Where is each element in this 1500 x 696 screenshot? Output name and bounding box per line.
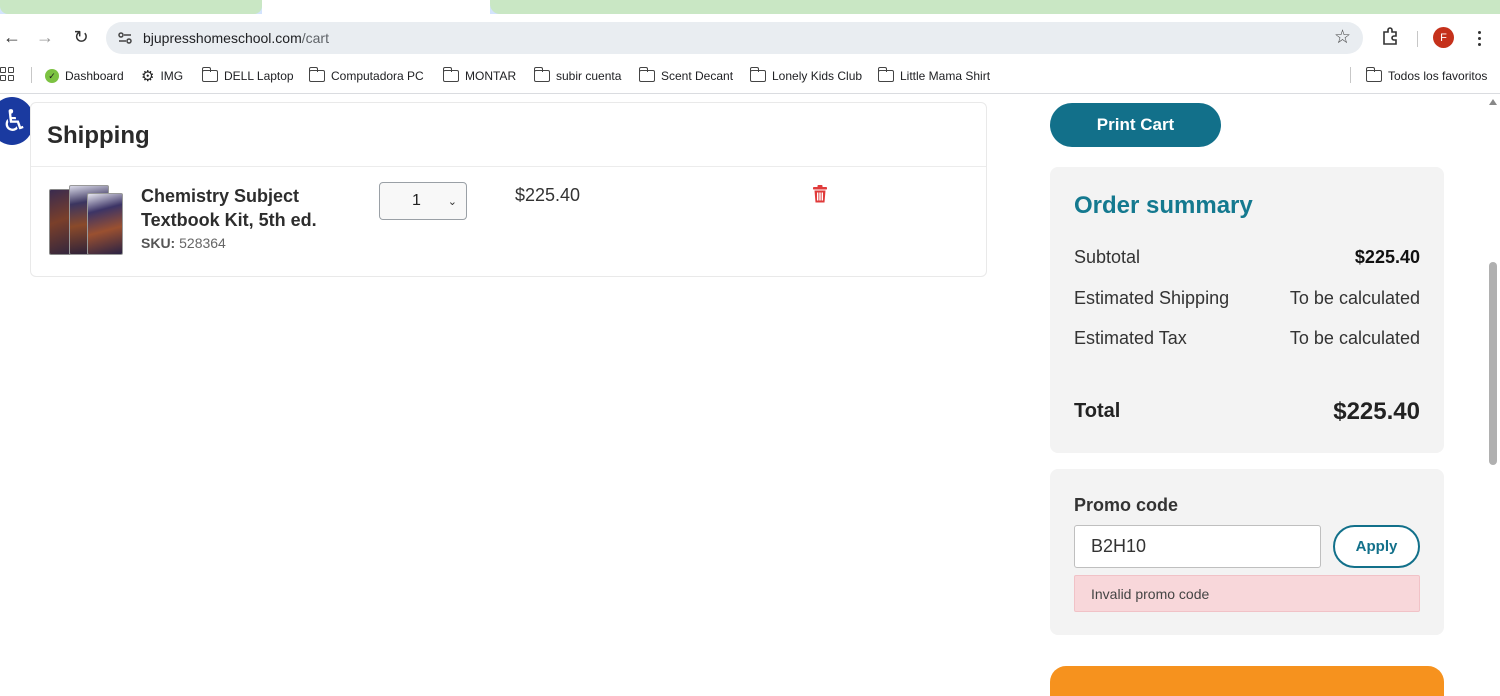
shipping-value: To be calculated (1289, 288, 1420, 308)
tax-row: Estimated Tax To be calculated (1074, 328, 1420, 349)
reload-icon[interactable]: ↻ (69, 25, 93, 49)
bookmark-label: Computadora PC (331, 69, 424, 83)
tab-inactive-left[interactable] (0, 0, 262, 14)
bookmark-all-favorites[interactable]: Todos los favoritos (1365, 66, 1488, 86)
bookmark-computadora-pc[interactable]: Computadora PC (308, 66, 424, 86)
order-summary: Order summary Subtotal $225.40 Estimated… (1050, 167, 1444, 453)
bookmark-little-mama-shirt[interactable]: Little Mama Shirt (877, 66, 991, 86)
folder-icon (442, 67, 459, 82)
subtotal-label: Subtotal (1074, 247, 1141, 267)
total-row: Total $225.40 (1074, 398, 1420, 425)
folder-icon (638, 67, 655, 82)
shipping-label: Estimated Shipping (1074, 288, 1230, 308)
profile-avatar[interactable]: F (1433, 27, 1454, 48)
quantity-select[interactable]: 1 ⌄ (379, 182, 467, 220)
bookmark-label: Lonely Kids Club (772, 69, 863, 83)
total-value: $225.40 (1333, 398, 1420, 425)
address-bar[interactable]: bjupresshomeschool.com/cart ☆ (106, 22, 1363, 54)
bookmarks-divider (1350, 67, 1351, 83)
folder-icon (201, 67, 218, 82)
shipping-row: Estimated Shipping To be calculated (1074, 288, 1420, 309)
checkout-button[interactable] (1050, 666, 1444, 696)
url-path: /cart (301, 30, 329, 46)
bookmark-label: subir cuenta (556, 69, 622, 83)
apps-grid-icon[interactable] (0, 67, 14, 81)
chevron-down-icon: ⌄ (447, 196, 457, 208)
bookmark-dashboard[interactable]: ✓ Dashboard (45, 66, 124, 86)
bookmark-star-icon[interactable]: ☆ (1334, 26, 1351, 49)
cart-header: Shipping (31, 103, 986, 167)
folder-icon (308, 67, 325, 82)
bookmark-subir-cuenta[interactable]: subir cuenta (533, 66, 622, 86)
product-price: $225.40 (515, 185, 581, 205)
product-name[interactable]: Chemistry Subject Textbook Kit, 5th ed. (141, 184, 361, 232)
bookmark-dell-laptop[interactable]: DELL Laptop (201, 66, 294, 86)
tax-value: To be calculated (1289, 328, 1420, 348)
folder-icon (1365, 67, 1382, 82)
back-icon[interactable]: ← (0, 25, 24, 49)
folder-icon (533, 67, 550, 82)
scroll-up-arrow-icon[interactable] (1489, 99, 1497, 105)
bookmark-label: IMG (160, 69, 184, 83)
promo-code-panel: Promo code B2H10 Apply Invalid promo cod… (1050, 469, 1444, 635)
folder-icon (877, 67, 894, 82)
product-sku: SKU: 528364 (141, 235, 226, 251)
sku-value: 528364 (179, 235, 226, 251)
url-text[interactable]: bjupresshomeschool.com/cart (143, 30, 329, 46)
page-scrollbar[interactable] (1486, 95, 1500, 678)
bookmark-label: DELL Laptop (224, 69, 294, 83)
promo-code-label: Promo code (1074, 495, 1179, 515)
bookmark-scent-decant[interactable]: Scent Decant (638, 66, 734, 86)
bookmark-lonely-kids-club[interactable]: Lonely Kids Club (749, 66, 863, 86)
url-host: bjupresshomeschool.com (143, 30, 302, 46)
quantity-value: 1 (412, 192, 421, 209)
subtotal-value: $225.40 (1354, 247, 1420, 267)
toolbar-divider (1417, 31, 1418, 47)
gear-icon: ⚙ (141, 68, 155, 85)
site-info-icon[interactable] (114, 27, 136, 49)
accessibility-icon[interactable]: ♿ (0, 97, 34, 145)
extensions-icon[interactable] (1380, 26, 1400, 51)
bookmark-label: Scent Decant (661, 69, 734, 83)
promo-error-message: Invalid promo code (1074, 575, 1420, 612)
promo-code-input[interactable]: B2H10 (1074, 525, 1321, 568)
browser-toolbar: ← → ↻ bjupresshomeschool.com/cart ☆ F (0, 14, 1500, 62)
forward-icon[interactable]: → (33, 25, 57, 49)
tab-inactive-right[interactable] (490, 0, 1500, 14)
apply-promo-button[interactable]: Apply (1333, 525, 1420, 568)
product-image[interactable] (47, 183, 125, 261)
bookmark-img[interactable]: ⚙ IMG (141, 66, 183, 86)
bookmarks-divider (31, 67, 32, 83)
folder-icon (749, 67, 766, 82)
tax-label: Estimated Tax (1074, 328, 1187, 348)
menu-kebab-icon[interactable] (1470, 26, 1488, 50)
bookmark-label: MONTAR (465, 69, 517, 83)
tab-active[interactable] (262, 0, 490, 14)
tab-strip (0, 0, 1500, 14)
order-summary-title: Order summary (1074, 192, 1253, 219)
total-label: Total (1074, 400, 1121, 422)
cart-card: Shipping Chemistry Subject Textbook Kit,… (30, 102, 987, 277)
cart-title: Shipping (47, 122, 150, 149)
sku-label: SKU: (141, 235, 176, 251)
bookmark-label: Dashboard (65, 69, 124, 83)
print-cart-button[interactable]: Print Cart (1050, 103, 1221, 147)
bookmark-label: Todos los favoritos (1388, 69, 1488, 83)
bookmark-label: Little Mama Shirt (900, 69, 991, 83)
subtotal-row: Subtotal $225.40 (1074, 247, 1420, 268)
scrollbar-thumb[interactable] (1489, 262, 1497, 465)
delete-trash-icon[interactable] (812, 185, 828, 203)
dashboard-icon: ✓ (45, 69, 59, 83)
bookmark-montar[interactable]: MONTAR (442, 66, 517, 86)
